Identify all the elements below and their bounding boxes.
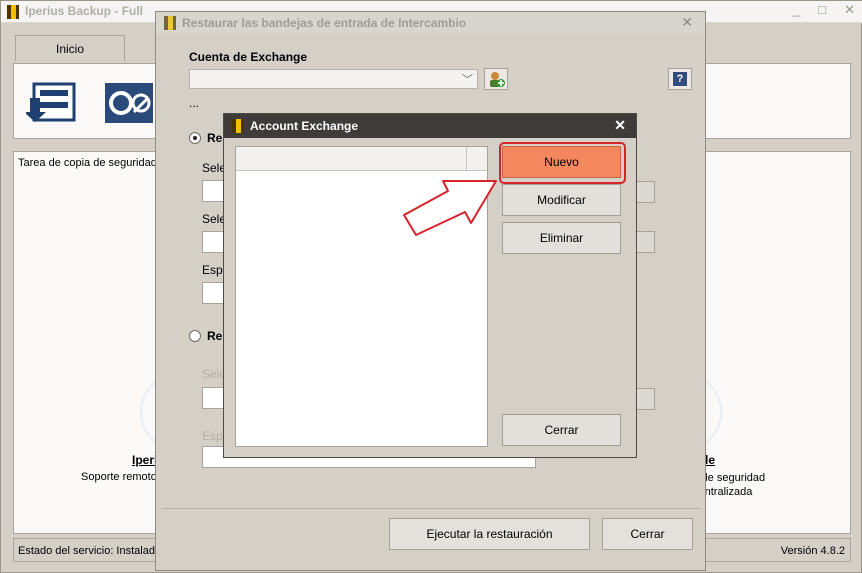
minimize-button[interactable]: _ — [793, 2, 800, 18]
select-field-2[interactable] — [202, 231, 224, 253]
restore-dialog-title: Restaurar las bandejas de entrada de Int… — [182, 16, 467, 30]
run-restore-button[interactable]: Ejecutar la restauración — [389, 518, 590, 550]
remote-support-icon[interactable] — [104, 82, 156, 130]
help-icon: ? — [673, 72, 687, 86]
account-dialog-title: Account Exchange — [250, 119, 359, 133]
browse-button-3[interactable] — [634, 388, 655, 410]
add-account-button[interactable] — [484, 68, 508, 90]
iperius-app-icon — [164, 16, 176, 30]
select-field-3[interactable] — [202, 387, 224, 409]
version-label: Versión 4.8.2 — [780, 545, 845, 557]
annotation-arrow-icon — [403, 180, 497, 236]
restore-option-2-radio[interactable] — [189, 330, 201, 342]
exchange-account-label: Cuenta de Exchange — [189, 50, 308, 64]
help-button[interactable]: ? — [668, 68, 692, 90]
chevron-down-icon[interactable]: ﹀ — [462, 71, 473, 87]
close-button[interactable]: ✕ — [844, 2, 855, 18]
iperius-app-icon — [232, 119, 244, 133]
maximize-button[interactable]: □ — [818, 2, 826, 18]
modify-account-button[interactable]: Modificar — [502, 184, 621, 216]
main-window-title: Iperius Backup - Full — [25, 4, 144, 18]
ellipsis-text: ... — [189, 96, 200, 110]
window-controls: _ □ ✕ — [793, 2, 855, 18]
feature-desc-left: Soporte remoto — [81, 471, 157, 483]
select-field-1[interactable] — [202, 180, 224, 202]
browse-button-2[interactable] — [634, 231, 655, 253]
add-user-icon — [490, 72, 505, 87]
delete-account-button[interactable]: Eliminar — [502, 222, 621, 254]
close-icon[interactable]: ✕ — [614, 117, 626, 134]
restore-titlebar: Restaurar las bandejas de entrada de Int… — [156, 12, 705, 34]
feature-title-right[interactable]: le — [705, 453, 715, 467]
account-close-button[interactable]: Cerrar — [502, 414, 621, 446]
dialog-separator — [162, 508, 700, 509]
new-account-button[interactable]: Nuevo — [502, 146, 621, 178]
exchange-account-select[interactable]: ﹀ — [189, 69, 478, 89]
specify-field-1[interactable] — [202, 282, 224, 304]
account-list-header — [236, 147, 487, 171]
account-list-column[interactable] — [236, 147, 467, 170]
restore-close-button[interactable]: Cerrar — [602, 518, 693, 550]
feature-title-left[interactable]: Iperi — [132, 453, 157, 467]
service-status: Estado del servicio: Instalado — [18, 545, 162, 557]
restore-option-1-radio[interactable] — [189, 132, 201, 144]
iperius-app-icon — [7, 5, 19, 19]
browse-button-1[interactable] — [634, 181, 655, 203]
account-titlebar: Account Exchange ✕ — [224, 114, 636, 138]
tab-inicio[interactable]: Inicio — [15, 35, 125, 61]
backup-restore-icon[interactable] — [26, 78, 78, 126]
close-icon[interactable]: ✕ — [681, 14, 693, 31]
account-exchange-dialog: Account Exchange ✕ Nuevo Modificar Elimi… — [223, 113, 637, 458]
